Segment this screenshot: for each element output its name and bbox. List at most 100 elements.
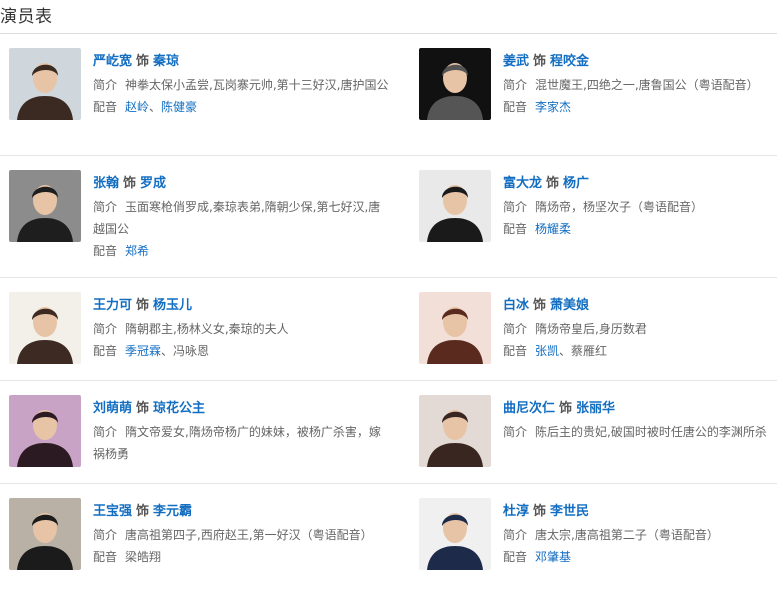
actor-photo[interactable] <box>419 48 491 120</box>
actor-name-link[interactable]: 王宝强 <box>93 504 132 519</box>
voice-actor-link[interactable]: 李家杰 <box>535 100 571 114</box>
intro-text: 玉面寒枪俏罗成,秦琼表弟,隋朝少保,第七好汉,唐越国公 <box>93 200 381 236</box>
cast-list: 严屹宽饰秦琼 简介 神拳太保小孟尝,瓦岗寨元帅,第十三好汉,唐护国公 配音 赵岭、陈健豪… <box>0 34 777 606</box>
cast-info: 曲尼次仁饰张丽华 简介 陈后主的贵妃,破国时被时任唐公的李渊所杀 <box>503 399 769 443</box>
name-line: 曲尼次仁饰张丽华 <box>503 399 769 419</box>
actor-name-link[interactable]: 刘萌萌 <box>93 401 132 416</box>
name-line: 姜武饰程咬金 <box>503 52 769 72</box>
cast-info: 杜淳饰李世民 简介 唐太宗,唐高祖第二子（粤语配音） 配音 邓肇基 <box>503 502 769 568</box>
role-name-link[interactable]: 李元霸 <box>153 504 192 519</box>
dub-label: 配音 <box>93 550 118 564</box>
actor-photo[interactable] <box>9 498 81 570</box>
actor-name-link[interactable]: 白冰 <box>503 298 529 313</box>
dub-label: 配音 <box>93 244 118 258</box>
voice-actor-link[interactable]: 季冠霖 <box>125 344 161 358</box>
cast-row: 张翰饰罗成 简介 玉面寒枪俏罗成,秦琼表弟,隋朝少保,第七好汉,唐越国公 配音 郑希 富大… <box>0 156 777 278</box>
as-label: 饰 <box>533 54 547 69</box>
role-name-link[interactable]: 罗成 <box>140 176 166 191</box>
actor-name-link[interactable]: 张翰 <box>93 176 119 191</box>
actor-name-link[interactable]: 王力可 <box>93 298 132 313</box>
dub-label: 配音 <box>93 344 118 358</box>
voice-actor-link[interactable]: 张凯 <box>535 344 559 358</box>
dub-line: 配音 季冠霖、冯咏恩 <box>93 340 392 362</box>
cast-info: 富大龙饰杨广 简介 隋炀帝，杨坚次子（粤语配音） 配音 杨耀柔 <box>503 174 769 240</box>
dub-separator: 、 <box>559 344 572 358</box>
cast-card: 杜淳饰李世民 简介 唐太宗,唐高祖第二子（粤语配音） 配音 邓肇基 <box>410 484 777 606</box>
role-name-link[interactable]: 萧美娘 <box>550 298 589 313</box>
dub-label: 配音 <box>503 222 528 236</box>
dub-line: 配音 邓肇基 <box>503 546 769 568</box>
as-label: 饰 <box>533 298 547 313</box>
actor-name-link[interactable]: 严屹宽 <box>93 54 132 69</box>
cast-info: 白冰饰萧美娘 简介 隋炀帝皇后,身历数君 配音 张凯、蔡雁红 <box>503 296 769 362</box>
intro-line: 简介 唐高祖第四子,西府赵王,第一好汉（粤语配音） <box>93 524 392 546</box>
as-label: 饰 <box>136 298 150 313</box>
role-name-link[interactable]: 琼花公主 <box>153 401 205 416</box>
cast-card: 曲尼次仁饰张丽华 简介 陈后主的贵妃,破国时被时任唐公的李渊所杀 <box>410 381 777 483</box>
name-line: 杜淳饰李世民 <box>503 502 769 522</box>
intro-label: 简介 <box>93 200 118 214</box>
role-name-link[interactable]: 张丽华 <box>576 401 615 416</box>
intro-label: 简介 <box>93 78 118 92</box>
actor-name-link[interactable]: 曲尼次仁 <box>503 401 555 416</box>
name-line: 白冰饰萧美娘 <box>503 296 769 316</box>
actor-photo[interactable] <box>419 170 491 242</box>
voice-actor-link[interactable]: 赵岭 <box>125 100 149 114</box>
cast-row: 王力可饰杨玉儿 简介 隋朝郡主,杨林义女,秦琼的夫人 配音 季冠霖、冯咏恩 白冰饰萧美娘简… <box>0 278 777 381</box>
voice-actor-name: 蔡雁红 <box>571 344 608 358</box>
actor-name-link[interactable]: 姜武 <box>503 54 529 69</box>
intro-label: 简介 <box>93 322 118 336</box>
intro-text: 隋炀帝，杨坚次子（粤语配音） <box>535 200 704 214</box>
as-label: 饰 <box>533 504 547 519</box>
actor-name-link[interactable]: 杜淳 <box>503 504 529 519</box>
voice-actor-link[interactable]: 邓肇基 <box>535 550 571 564</box>
dub-label: 配音 <box>93 100 118 114</box>
actor-photo[interactable] <box>9 48 81 120</box>
as-label: 饰 <box>136 504 150 519</box>
intro-text: 唐高祖第四子,西府赵王,第一好汉（粤语配音） <box>125 528 373 542</box>
role-name-link[interactable]: 程咬金 <box>550 54 589 69</box>
intro-line: 简介 隋文帝爱女,隋炀帝杨广的妹妹，被杨广杀害，嫁祸杨勇 <box>93 421 392 465</box>
cast-card: 张翰饰罗成简介 玉面寒枪俏罗成,秦琼表弟,隋朝少保,第七好汉,唐越国公配音 郑希 <box>0 156 400 277</box>
intro-text: 神拳太保小孟尝,瓦岗寨元帅,第十三好汉,唐护国公 <box>125 78 389 92</box>
intro-line: 简介 陈后主的贵妃,破国时被时任唐公的李渊所杀 <box>503 421 769 443</box>
cast-info: 刘萌萌饰琼花公主 简介 隋文帝爱女,隋炀帝杨广的妹妹，被杨广杀害，嫁祸杨勇 <box>93 399 392 465</box>
voice-actor-name: 梁皓翔 <box>125 550 162 564</box>
cast-info: 严屹宽饰秦琼 简介 神拳太保小孟尝,瓦岗寨元帅,第十三好汉,唐护国公 配音 赵岭、陈健豪 <box>93 52 392 118</box>
role-name-link[interactable]: 李世民 <box>550 504 589 519</box>
intro-text: 陈后主的贵妃,破国时被时任唐公的李渊所杀 <box>535 425 767 439</box>
intro-label: 简介 <box>503 322 528 336</box>
actor-photo[interactable] <box>9 170 81 242</box>
actor-photo[interactable] <box>419 498 491 570</box>
intro-text: 隋朝郡主,杨林义女,秦琼的夫人 <box>125 322 289 336</box>
cast-row: 刘萌萌饰琼花公主 简介 隋文帝爱女,隋炀帝杨广的妹妹，被杨广杀害，嫁祸杨勇 曲尼次仁饰… <box>0 381 777 484</box>
intro-line: 简介 神拳太保小孟尝,瓦岗寨元帅,第十三好汉,唐护国公 <box>93 74 392 96</box>
intro-label: 简介 <box>503 200 528 214</box>
name-line: 张翰饰罗成 <box>93 174 392 194</box>
as-label: 饰 <box>123 176 137 191</box>
role-name-link[interactable]: 杨玉儿 <box>153 298 192 313</box>
actor-photo[interactable] <box>419 395 491 467</box>
name-line: 王宝强饰李元霸 <box>93 502 392 522</box>
actor-photo[interactable] <box>9 292 81 364</box>
cast-row: 严屹宽饰秦琼 简介 神拳太保小孟尝,瓦岗寨元帅,第十三好汉,唐护国公 配音 赵岭、陈健豪… <box>0 34 777 156</box>
voice-actor-name: 冯咏恩 <box>173 344 210 358</box>
role-name-link[interactable]: 杨广 <box>563 176 589 191</box>
cast-info: 王力可饰杨玉儿简介 隋朝郡主,杨林义女,秦琼的夫人配音 季冠霖、冯咏恩 <box>93 296 392 362</box>
cast-card: 严屹宽饰秦琼 简介 神拳太保小孟尝,瓦岗寨元帅,第十三好汉,唐护国公 配音 赵岭、陈健豪 <box>0 34 400 155</box>
actor-photo[interactable] <box>9 395 81 467</box>
intro-label: 简介 <box>503 78 528 92</box>
dub-label: 配音 <box>503 344 528 358</box>
intro-label: 简介 <box>503 528 528 542</box>
dub-label: 配音 <box>503 100 528 114</box>
actor-photo[interactable] <box>419 292 491 364</box>
intro-line: 简介 隋炀帝，杨坚次子（粤语配音） <box>503 196 769 218</box>
cast-card: 姜武饰程咬金简介 混世魔王,四绝之一,唐鲁国公（粤语配音） 配音 李家杰 <box>410 34 777 155</box>
actor-name-link[interactable]: 富大龙 <box>503 176 542 191</box>
voice-actor-link[interactable]: 陈健豪 <box>161 100 197 114</box>
voice-actor-link[interactable]: 郑希 <box>125 244 149 258</box>
intro-text: 混世魔王,四绝之一,唐鲁国公（粤语配音） <box>535 78 759 92</box>
role-name-link[interactable]: 秦琼 <box>153 54 179 69</box>
intro-label: 简介 <box>503 425 528 439</box>
voice-actor-link[interactable]: 杨耀柔 <box>535 222 571 236</box>
